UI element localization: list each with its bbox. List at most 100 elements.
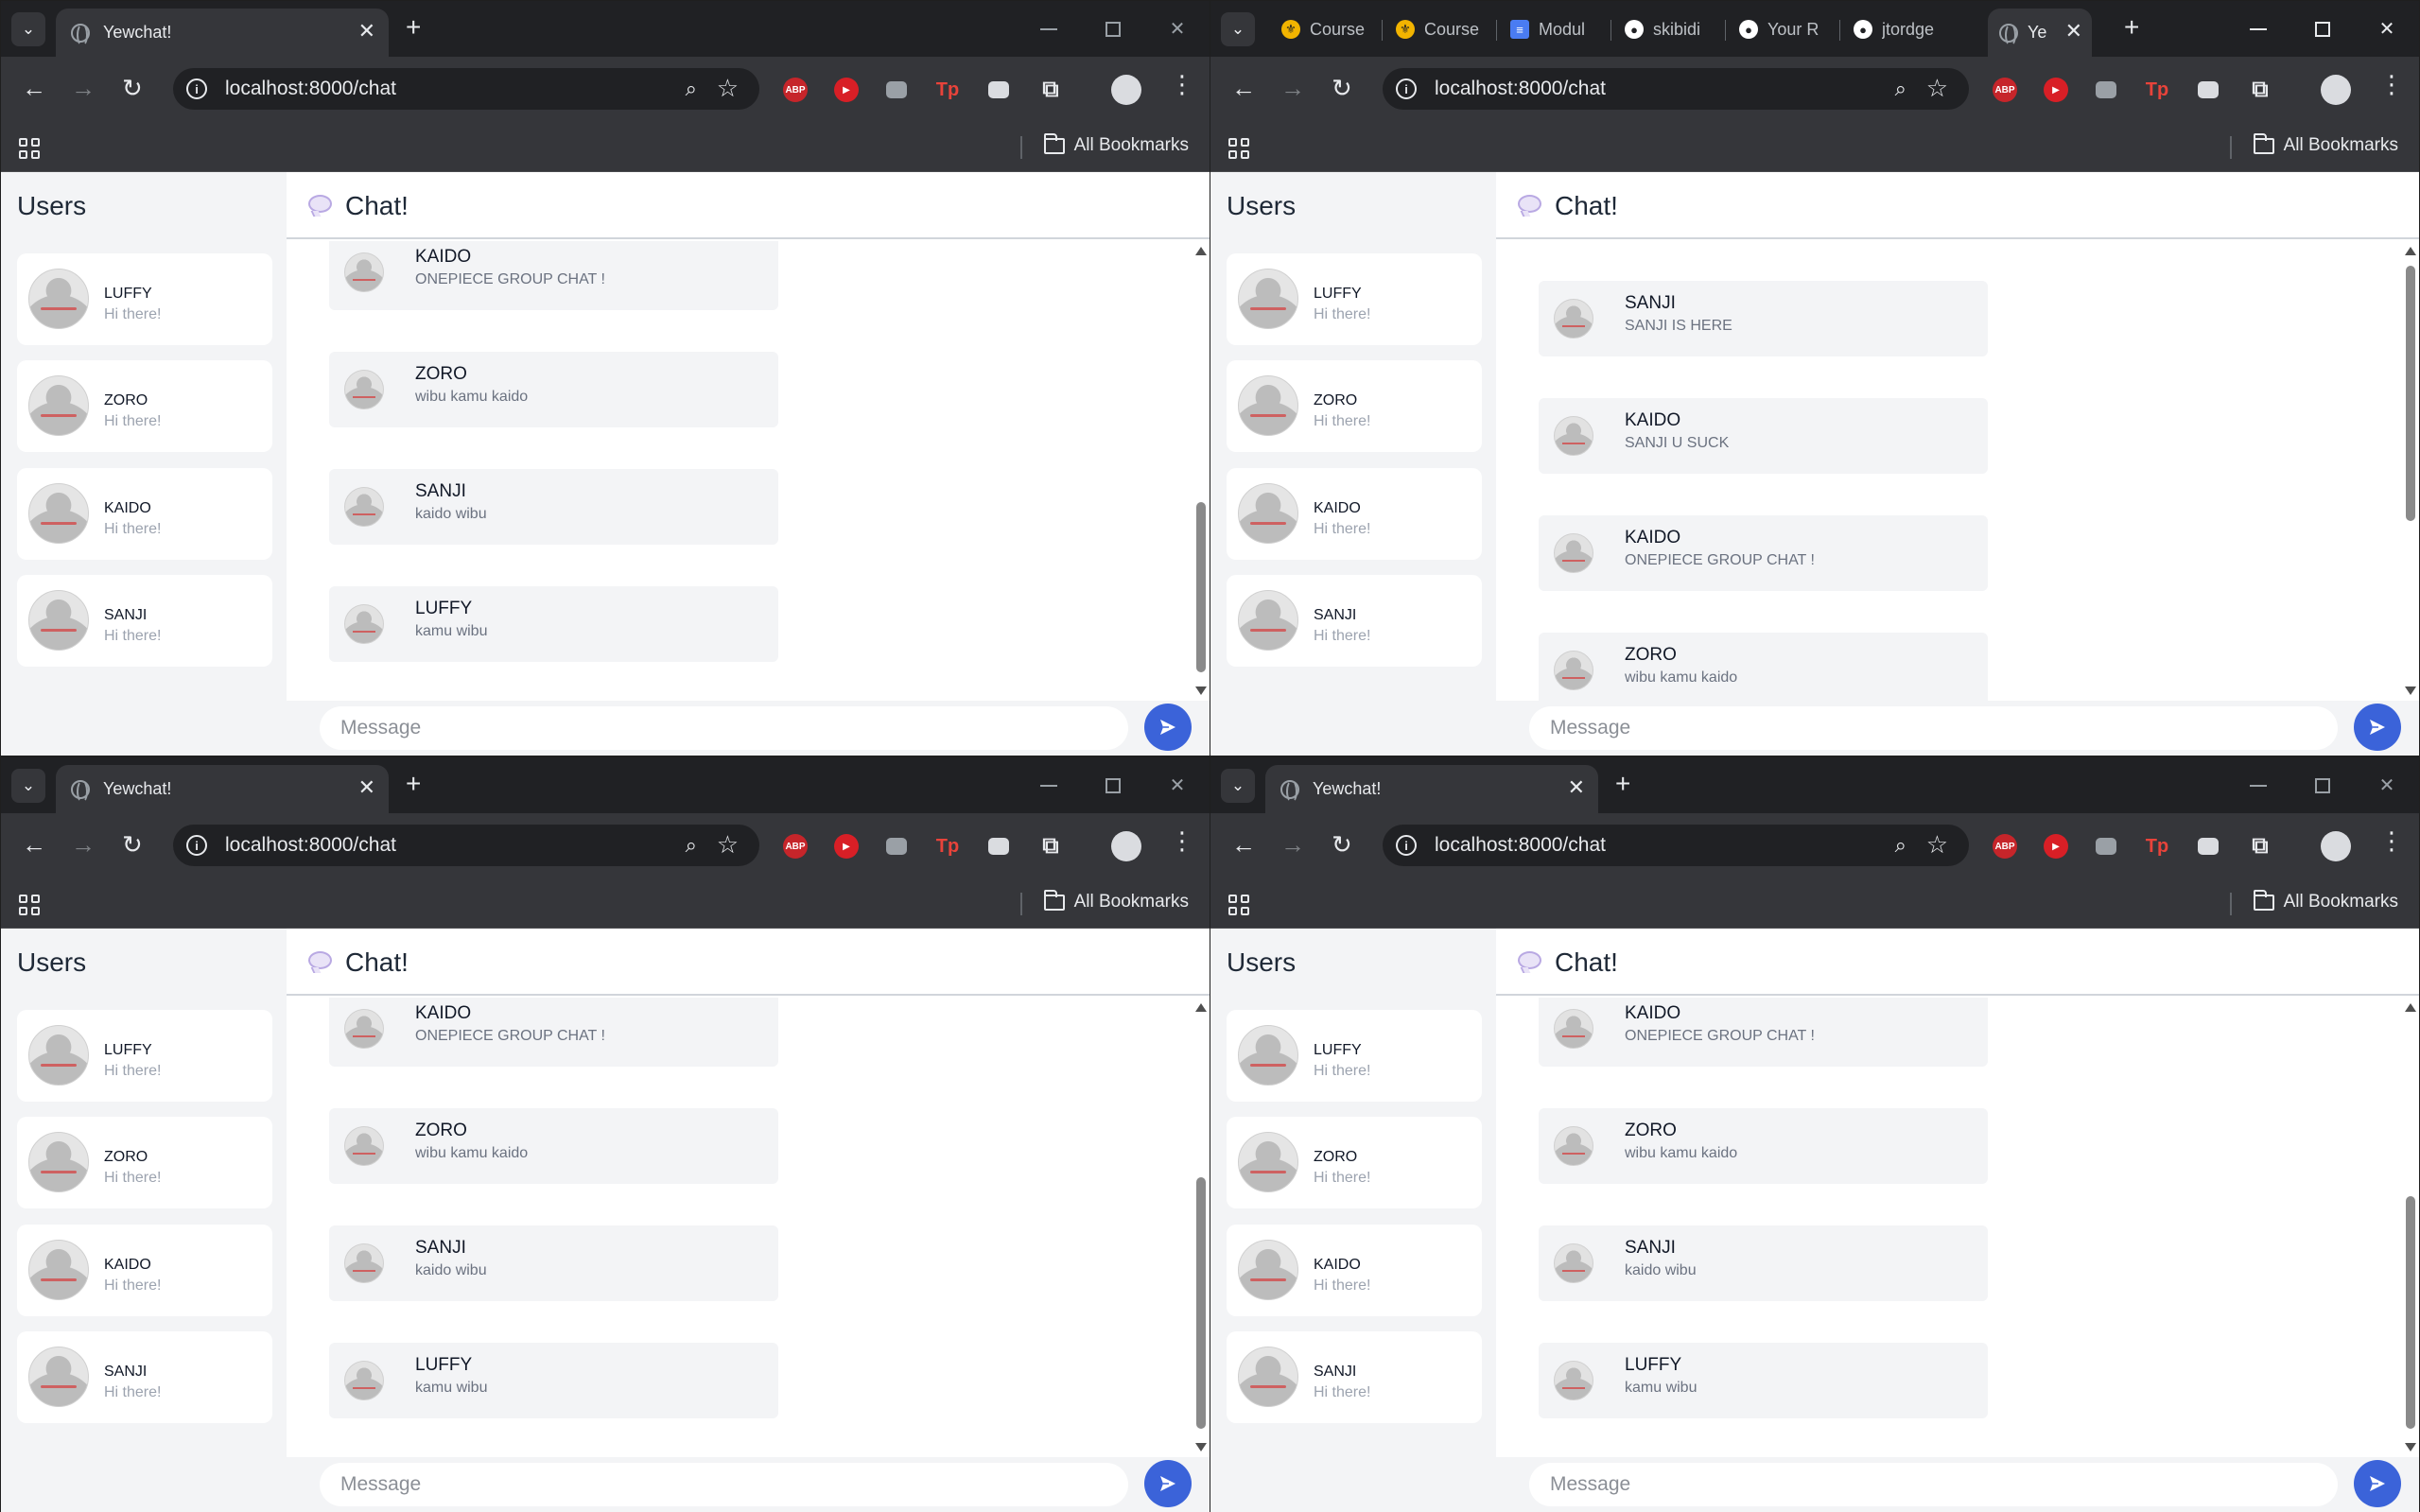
message-list[interactable]: SANJI SANJI IS HERE KAIDO SANJI U SUCK K…: [1496, 241, 2419, 701]
tab-search-button[interactable]: ⌄: [11, 12, 45, 46]
scroll-down-arrow-icon[interactable]: [2405, 686, 2416, 695]
scroll-down-arrow-icon[interactable]: [2405, 1443, 2416, 1451]
close-tab-icon[interactable]: ✕: [358, 19, 375, 43]
scrollbar-thumb[interactable]: [2406, 266, 2415, 521]
user-card[interactable]: SANJI Hi there!: [17, 1331, 272, 1423]
scrollbar-thumb[interactable]: [2406, 1196, 2415, 1429]
tab-course-2[interactable]: ⚜ Course: [1396, 9, 1479, 50]
reload-button[interactable]: ↻: [1332, 76, 1352, 100]
bookmark-star-icon[interactable]: ☆: [1926, 74, 1948, 103]
extensions-puzzle-icon[interactable]: ⧉: [1038, 77, 1063, 102]
message-input[interactable]: [320, 706, 1128, 750]
tab-modul[interactable]: ≡ Modul: [1510, 9, 1593, 50]
new-tab-button[interactable]: +: [1615, 771, 1630, 797]
close-tab-icon[interactable]: ✕: [2065, 19, 2082, 43]
message-input[interactable]: [320, 1463, 1128, 1506]
address-bar[interactable]: i localhost:8000/chat ⌕ ☆: [173, 68, 759, 110]
message-list[interactable]: KAIDO ONEPIECE GROUP CHAT ! ZORO wibu ka…: [287, 241, 1210, 701]
extensions-puzzle-icon[interactable]: ⧉: [2248, 77, 2272, 102]
profile-avatar[interactable]: [2321, 75, 2351, 105]
message-list[interactable]: KAIDO ONEPIECE GROUP CHAT ! ZORO wibu ka…: [287, 998, 1210, 1457]
send-button[interactable]: [1144, 1460, 1192, 1507]
screenshot-extension-icon[interactable]: [988, 81, 1009, 98]
back-button[interactable]: ←: [1231, 832, 1256, 857]
tab-yewchat[interactable]: Yewchat! ✕: [56, 9, 389, 57]
user-card[interactable]: KAIDO Hi there!: [17, 468, 272, 560]
user-card[interactable]: ZORO Hi there!: [1227, 1117, 1482, 1208]
close-window-button[interactable]: ✕: [1145, 1, 1210, 57]
message-input[interactable]: [1529, 706, 2338, 750]
youtube-extension-icon[interactable]: ▶: [2044, 834, 2068, 859]
user-card[interactable]: LUFFY Hi there!: [17, 1010, 272, 1102]
camera-extension-icon[interactable]: [2096, 838, 2116, 855]
maximize-button[interactable]: [2290, 1, 2355, 57]
tab-github-jtordge[interactable]: ● jtordge: [1854, 9, 1937, 50]
new-tab-button[interactable]: +: [406, 771, 421, 797]
close-tab-icon[interactable]: ✕: [1568, 775, 1585, 800]
minimize-button[interactable]: [1017, 1, 1081, 57]
youtube-extension-icon[interactable]: ▶: [834, 834, 859, 859]
menu-kebab-icon[interactable]: ⋮: [1170, 828, 1194, 853]
all-bookmarks-button[interactable]: All Bookmarks: [1043, 889, 1189, 912]
close-window-button[interactable]: ✕: [1145, 757, 1210, 813]
user-card[interactable]: KAIDO Hi there!: [1227, 1225, 1482, 1316]
bookmark-star-icon[interactable]: ☆: [717, 74, 739, 103]
site-info-icon[interactable]: i: [186, 78, 207, 99]
scroll-up-arrow-icon[interactable]: [2405, 1003, 2416, 1012]
adblock-icon[interactable]: ABP: [1993, 834, 2017, 859]
apps-grid-icon[interactable]: [19, 138, 40, 159]
zoom-icon[interactable]: ⌕: [686, 77, 697, 101]
zoom-icon[interactable]: ⌕: [1895, 77, 1906, 101]
minimize-button[interactable]: [1017, 757, 1081, 813]
address-bar[interactable]: i localhost:8000/chat ⌕ ☆: [1383, 68, 1969, 110]
all-bookmarks-button[interactable]: All Bookmarks: [1043, 132, 1189, 156]
forward-button[interactable]: →: [1280, 832, 1305, 857]
menu-kebab-icon[interactable]: ⋮: [1170, 72, 1194, 96]
address-bar[interactable]: i localhost:8000/chat ⌕ ☆: [1383, 825, 1969, 866]
site-info-icon[interactable]: i: [1396, 835, 1417, 856]
user-card[interactable]: ZORO Hi there!: [17, 1117, 272, 1208]
camera-extension-icon[interactable]: [886, 838, 907, 855]
user-card[interactable]: SANJI Hi there!: [1227, 575, 1482, 667]
user-card[interactable]: KAIDO Hi there!: [1227, 468, 1482, 560]
address-bar[interactable]: i localhost:8000/chat ⌕ ☆: [173, 825, 759, 866]
tp-extension-icon[interactable]: Tp: [935, 834, 960, 859]
scroll-up-arrow-icon[interactable]: [1195, 247, 1207, 255]
tab-search-button[interactable]: ⌄: [1221, 12, 1255, 46]
site-info-icon[interactable]: i: [1396, 78, 1417, 99]
menu-kebab-icon[interactable]: ⋮: [2379, 828, 2404, 853]
scroll-down-arrow-icon[interactable]: [1195, 1443, 1207, 1451]
tab-course-1[interactable]: ⚜ Course: [1281, 9, 1365, 50]
camera-extension-icon[interactable]: [886, 81, 907, 98]
close-window-button[interactable]: ✕: [2355, 1, 2419, 57]
user-card[interactable]: ZORO Hi there!: [17, 360, 272, 452]
extensions-puzzle-icon[interactable]: ⧉: [2248, 833, 2272, 859]
tab-github-skibidi[interactable]: ● skibidi: [1625, 9, 1708, 50]
forward-button[interactable]: →: [1280, 76, 1305, 100]
forward-button[interactable]: →: [71, 832, 96, 857]
user-card[interactable]: SANJI Hi there!: [1227, 1331, 1482, 1423]
user-card[interactable]: KAIDO Hi there!: [17, 1225, 272, 1316]
message-list[interactable]: KAIDO ONEPIECE GROUP CHAT ! ZORO wibu ka…: [1496, 998, 2419, 1457]
message-input[interactable]: [1529, 1463, 2338, 1506]
all-bookmarks-button[interactable]: All Bookmarks: [2253, 889, 2398, 912]
back-button[interactable]: ←: [1231, 76, 1256, 100]
maximize-button[interactable]: [2290, 757, 2355, 813]
profile-avatar[interactable]: [1111, 75, 1141, 105]
profile-avatar[interactable]: [2321, 831, 2351, 861]
user-card[interactable]: SANJI Hi there!: [17, 575, 272, 667]
back-button[interactable]: ←: [22, 832, 46, 857]
menu-kebab-icon[interactable]: ⋮: [2379, 72, 2404, 96]
tab-search-button[interactable]: ⌄: [1221, 769, 1255, 803]
scrollbar[interactable]: [1191, 241, 1210, 701]
scroll-up-arrow-icon[interactable]: [1195, 1003, 1207, 1012]
reload-button[interactable]: ↻: [122, 832, 143, 857]
screenshot-extension-icon[interactable]: [2198, 81, 2219, 98]
user-card[interactable]: ZORO Hi there!: [1227, 360, 1482, 452]
tab-github-your-repo[interactable]: ● Your R: [1739, 9, 1822, 50]
send-button[interactable]: [2354, 704, 2401, 751]
all-bookmarks-button[interactable]: All Bookmarks: [2253, 132, 2398, 156]
reload-button[interactable]: ↻: [122, 76, 143, 100]
tp-extension-icon[interactable]: Tp: [935, 78, 960, 102]
forward-button[interactable]: →: [71, 76, 96, 100]
